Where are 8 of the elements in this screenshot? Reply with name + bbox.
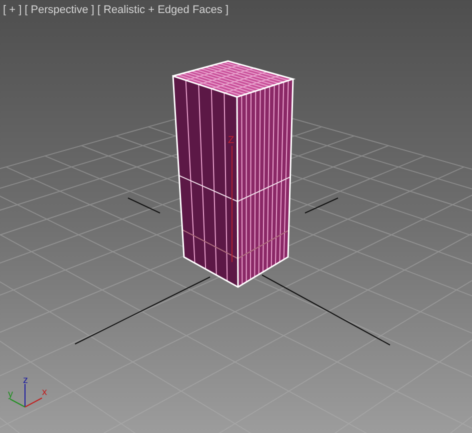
pivot-axis-label: Z: [228, 135, 234, 146]
axis-gizmo-icon: [10, 384, 42, 408]
x-axis-label: x: [42, 387, 47, 398]
y-axis-label: y: [8, 389, 13, 400]
viewport-menu[interactable]: [ Perspective ]: [24, 3, 94, 17]
z-axis-label: z: [23, 375, 28, 386]
viewport-menu[interactable]: [ Realistic + Edged Faces ]: [97, 3, 229, 17]
viewport-menu[interactable]: [ + ]: [3, 3, 22, 17]
